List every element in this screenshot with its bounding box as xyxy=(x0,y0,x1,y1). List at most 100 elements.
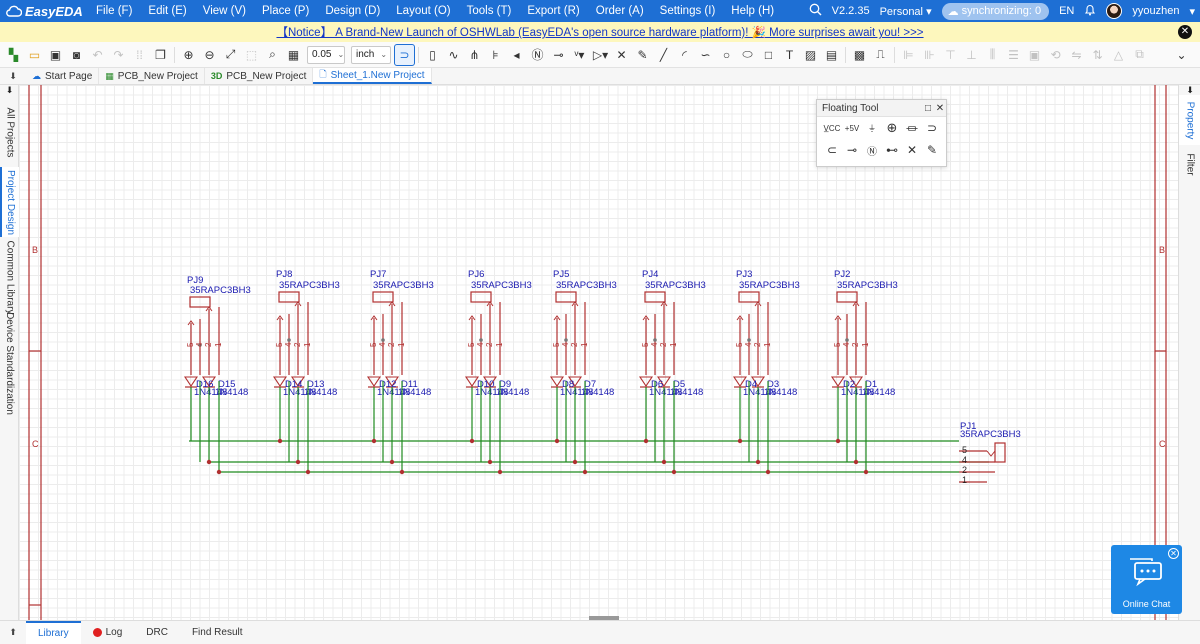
search-icon[interactable] xyxy=(809,3,822,19)
close-icon[interactable]: ✕ xyxy=(1178,25,1192,39)
junction-icon[interactable]: ⊷ xyxy=(882,141,902,159)
port-icon[interactable]: ⊃ xyxy=(922,119,942,137)
power-icon[interactable]: +5V xyxy=(842,119,862,137)
flip-h-icon[interactable]: ⇋ xyxy=(1066,44,1087,66)
online-chat-widget[interactable]: ✕ Online Chat xyxy=(1111,545,1182,614)
netport-icon[interactable]: Ⓝ xyxy=(527,44,548,66)
menu-edit[interactable]: Edit (E) xyxy=(140,5,194,17)
menu-export[interactable]: Export (R) xyxy=(519,5,587,17)
no-connect-icon[interactable]: ✕ xyxy=(611,44,632,66)
username[interactable]: yyouzhen xyxy=(1132,5,1179,17)
bottom-tab-find-result[interactable]: Find Result xyxy=(180,621,255,644)
ground-icon[interactable]: ⏚ xyxy=(862,119,882,137)
distribute-h-icon[interactable]: ⫼ xyxy=(982,44,1003,66)
image-icon[interactable]: ▨ xyxy=(800,44,821,66)
net-flag-icon[interactable]: ⊂ xyxy=(822,141,842,159)
arrange-icon[interactable]: ⧉ xyxy=(1129,44,1150,66)
easyeda-logo[interactable]: EasyEDA xyxy=(0,4,88,19)
camera-icon[interactable]: ◙ xyxy=(66,44,87,66)
menu-layout[interactable]: Layout (O) xyxy=(388,5,458,17)
schematic-drawing[interactable]: B BC CPJ935RAPC3BH35 4 2 1D16 D151N41481N4148P… xyxy=(19,85,1178,620)
wire-icon[interactable]: ◂ xyxy=(506,44,527,66)
menu-order[interactable]: Order (A) xyxy=(588,5,652,17)
pen-icon[interactable]: ✎ xyxy=(632,44,653,66)
workspace-select[interactable]: Personal ▾ xyxy=(880,5,932,18)
text-icon[interactable]: T xyxy=(779,44,800,66)
menu-place[interactable]: Place (P) xyxy=(254,5,317,17)
sidebar-item-all-projects[interactable]: All Projects xyxy=(0,101,19,163)
sidebar-item-device-standardization[interactable]: Device Standardization xyxy=(0,312,19,415)
tab-start-page[interactable]: ☁ Start Page xyxy=(26,68,100,84)
no-connect-icon[interactable]: ✕ xyxy=(902,141,922,159)
sidebar-item-project-design[interactable]: Project Design xyxy=(0,167,19,237)
sidebar-item-property[interactable]: Property xyxy=(1179,95,1200,145)
bottom-tab-drc[interactable]: DRC xyxy=(134,621,180,644)
rectangle-icon[interactable]: □ xyxy=(758,44,779,66)
netlabel-icon[interactable]: ⊧ xyxy=(485,44,506,66)
undo-icon[interactable]: ↶ xyxy=(87,44,108,66)
align-left-icon[interactable]: ⊫ xyxy=(898,44,919,66)
pin-icon[interactable]: ⬇ xyxy=(0,85,19,100)
align-bottom-icon[interactable]: ⊥ xyxy=(961,44,982,66)
grid-icon[interactable]: ▦ xyxy=(283,44,304,66)
grid-size-select[interactable]: 0.05 ⌄ xyxy=(307,45,345,64)
close-icon[interactable]: ✕ xyxy=(1168,548,1179,559)
open-folder-icon[interactable]: ▭ xyxy=(24,44,45,66)
maximize-icon[interactable]: □ xyxy=(922,103,934,114)
group-icon[interactable]: ▣ xyxy=(1024,44,1045,66)
resistor-icon[interactable]: ∿ xyxy=(443,44,464,66)
new-file-icon[interactable]: ▚ xyxy=(3,44,24,66)
sidebar-item-common-library[interactable]: Common Library xyxy=(0,240,19,314)
pin-icon[interactable]: ⬇ xyxy=(0,68,26,84)
bezier-icon[interactable]: ∽ xyxy=(695,44,716,66)
close-icon[interactable]: ✕ xyxy=(934,103,946,114)
schematic-canvas[interactable]: B B C C PJ9 35RAPC3BH3 5 4 2 1 D16 D15 1N4148 1N4148 P… xyxy=(19,85,1178,620)
no-connect-flag-icon[interactable]: Ⓝ xyxy=(862,141,882,159)
circle-icon[interactable]: ○ xyxy=(716,44,737,66)
pin-icon[interactable]: ⬆ xyxy=(0,621,26,644)
snap-toggle-icon[interactable]: ⊃ xyxy=(394,43,415,66)
tab-sheet[interactable]: 🗋 Sheet_1.New Project xyxy=(313,68,432,84)
menu-tools[interactable]: Tools (T) xyxy=(459,5,520,17)
ground-circle-icon[interactable]: ⊕ xyxy=(882,119,902,137)
save-icon[interactable]: ▣ xyxy=(45,44,66,66)
grid-select-icon[interactable]: ⁞⁞ xyxy=(129,44,150,66)
vcc-icon[interactable]: V̲CC xyxy=(822,119,842,137)
triangle-icon[interactable]: △ xyxy=(1108,44,1129,66)
arc-icon[interactable]: ◜ xyxy=(674,44,695,66)
avatar[interactable] xyxy=(1106,3,1123,19)
chevron-down-icon[interactable]: ⌄ xyxy=(1171,44,1192,66)
menu-view[interactable]: View (V) xyxy=(195,5,254,17)
menu-help[interactable]: Help (H) xyxy=(723,5,782,17)
menu-file[interactable]: File (F) xyxy=(88,5,140,17)
bottom-tab-library[interactable]: Library xyxy=(26,621,81,644)
floating-tool-header[interactable]: Floating Tool □ ✕ xyxy=(817,100,946,117)
menu-settings[interactable]: Settings (I) xyxy=(652,5,724,17)
align-right-icon[interactable]: ⊪ xyxy=(919,44,940,66)
distribute-v-icon[interactable]: ☰ xyxy=(1003,44,1024,66)
zoom-in-icon[interactable]: ⊕ xyxy=(178,44,199,66)
netlist-icon[interactable]: ⎍ xyxy=(870,44,891,66)
language-button[interactable]: EN xyxy=(1059,5,1074,17)
sidebar-item-filter[interactable]: Filter xyxy=(1179,149,1200,179)
junction-icon[interactable]: ⊸ xyxy=(548,44,569,66)
ellipse-icon[interactable]: ⬭ xyxy=(737,44,758,66)
menu-design[interactable]: Design (D) xyxy=(317,5,388,17)
component-icon[interactable]: ▯ xyxy=(422,44,443,66)
unit-select[interactable]: inch ⌄ xyxy=(351,45,391,64)
vcc-icon[interactable]: ᵛ▾ xyxy=(569,44,590,66)
bom-icon[interactable]: ▩ xyxy=(849,44,870,66)
chevron-down-icon[interactable]: ▾ xyxy=(1189,5,1195,18)
table-icon[interactable]: ▤ xyxy=(821,44,842,66)
sync-status[interactable]: ☁ synchronizing: 0 xyxy=(941,2,1050,20)
align-top-icon[interactable]: ⊤ xyxy=(940,44,961,66)
zoom-area-icon[interactable]: ⬚ xyxy=(241,44,262,66)
earth-icon[interactable]: ⏛ xyxy=(902,119,922,137)
net-port-icon[interactable]: ⊸ xyxy=(842,141,862,159)
bottom-tab-log[interactable]: Log xyxy=(81,621,135,644)
fit-icon[interactable]: ⤢ xyxy=(220,44,241,66)
flip-v-icon[interactable]: ⇅ xyxy=(1087,44,1108,66)
tab-pcb-project[interactable]: ▦ PCB_New Project xyxy=(99,68,205,84)
redo-icon[interactable]: ↷ xyxy=(108,44,129,66)
floating-tool-panel[interactable]: Floating Tool □ ✕ V̲CC +5V ⏚ ⊕ ⏛ ⊃ ⊂ ⊸ Ⓝ… xyxy=(816,99,947,167)
